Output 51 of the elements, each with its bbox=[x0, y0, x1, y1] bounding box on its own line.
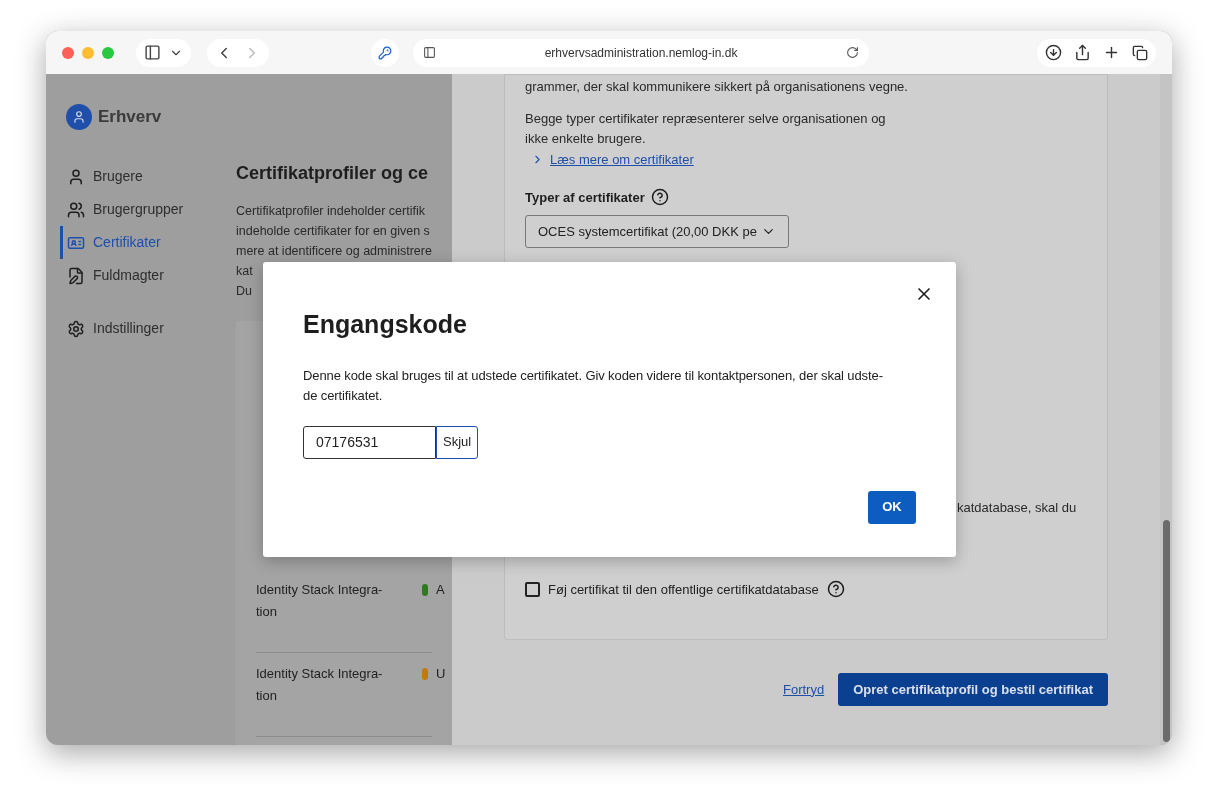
page-title: Certifikatprofiler og ce bbox=[236, 162, 430, 185]
cancel-link[interactable]: Fortryd bbox=[783, 679, 825, 700]
people-icon bbox=[67, 200, 85, 219]
code-field[interactable]: 07176531 bbox=[303, 425, 436, 459]
nav-item[interactable]: Brugergrupper bbox=[60, 193, 236, 226]
url-text: erhvervsadministration.nemlog-in.dk bbox=[543, 44, 739, 62]
profile-name: Identity Stack Integra- tion bbox=[256, 581, 384, 621]
profile-name: Identity Stack Integra- tion bbox=[256, 665, 384, 705]
intro-text: indeholde certifikater for en given s bbox=[236, 223, 430, 240]
description-text: Begge typer certifikater repræsenterer selve organisationen og ikke enkelte brugere. bbox=[525, 110, 886, 148]
key-icon bbox=[378, 45, 392, 60]
description-text: grammer, der skal kommunikere sikkert på organisationens vegne. bbox=[525, 78, 908, 96]
nav-item[interactable]: Certifikater bbox=[60, 226, 236, 259]
settings-icon bbox=[67, 319, 85, 338]
read-more-link[interactable]: Læs mere om certifikater bbox=[531, 150, 694, 170]
nav-item[interactable]: Indstillinger bbox=[60, 312, 236, 345]
intro-text: mere at identificere og administrere bbox=[236, 243, 432, 260]
help-icon[interactable] bbox=[650, 188, 669, 207]
share-icon[interactable] bbox=[1074, 44, 1091, 61]
page-icon bbox=[423, 46, 436, 59]
intro-text: Du bbox=[236, 283, 252, 300]
certificate-type-select[interactable]: OCES systemcertifikat (20,00 DKK pe bbox=[525, 215, 789, 248]
intro-text: Certifikatprofiler indeholder certifik bbox=[236, 203, 425, 220]
close-window-button[interactable] bbox=[62, 46, 74, 59]
address-bar[interactable]: erhvervsadministration.nemlog-in.dk bbox=[413, 38, 869, 67]
extension-button[interactable] bbox=[371, 38, 399, 67]
app-name: Erhverv bbox=[98, 106, 162, 129]
status-text: A bbox=[436, 581, 445, 599]
download-icon[interactable] bbox=[1045, 44, 1062, 61]
dialog-text: Denne kode skal bruges til at udstede certifikatet. Giv koden videre til kontaktpersonen, der skal udste- de certifikatet. bbox=[303, 366, 883, 405]
sidebar-icon bbox=[144, 44, 161, 61]
dialog-title: Engangskode bbox=[303, 309, 468, 340]
intro-text: kat bbox=[236, 263, 253, 280]
nav-item[interactable]: Brugere bbox=[60, 160, 236, 193]
nav-item[interactable]: Fuldmagter bbox=[60, 259, 236, 292]
sidebar-toggle-button[interactable] bbox=[136, 38, 191, 67]
submit-button[interactable]: Opret certifikatprofil og bestil certifikat bbox=[838, 673, 1108, 706]
new-tab-icon[interactable] bbox=[1103, 44, 1120, 61]
checkbox-label: Føj certifikat til den offentlige certifikatdatabase bbox=[548, 580, 819, 599]
help-icon[interactable] bbox=[826, 580, 845, 599]
hide-button[interactable]: Skjul bbox=[436, 425, 479, 459]
description-text: katdatabase, skal du bbox=[957, 499, 1077, 517]
person-icon bbox=[67, 167, 85, 186]
reload-icon[interactable] bbox=[846, 46, 859, 59]
checkbox[interactable] bbox=[525, 581, 540, 597]
field-label: Typer af certifikater bbox=[525, 188, 645, 207]
document-pen-icon bbox=[67, 266, 85, 285]
logo-icon bbox=[66, 104, 92, 130]
ok-button[interactable]: OK bbox=[868, 490, 916, 524]
tabs-icon[interactable] bbox=[1132, 44, 1148, 61]
status-text: U bbox=[436, 665, 446, 683]
